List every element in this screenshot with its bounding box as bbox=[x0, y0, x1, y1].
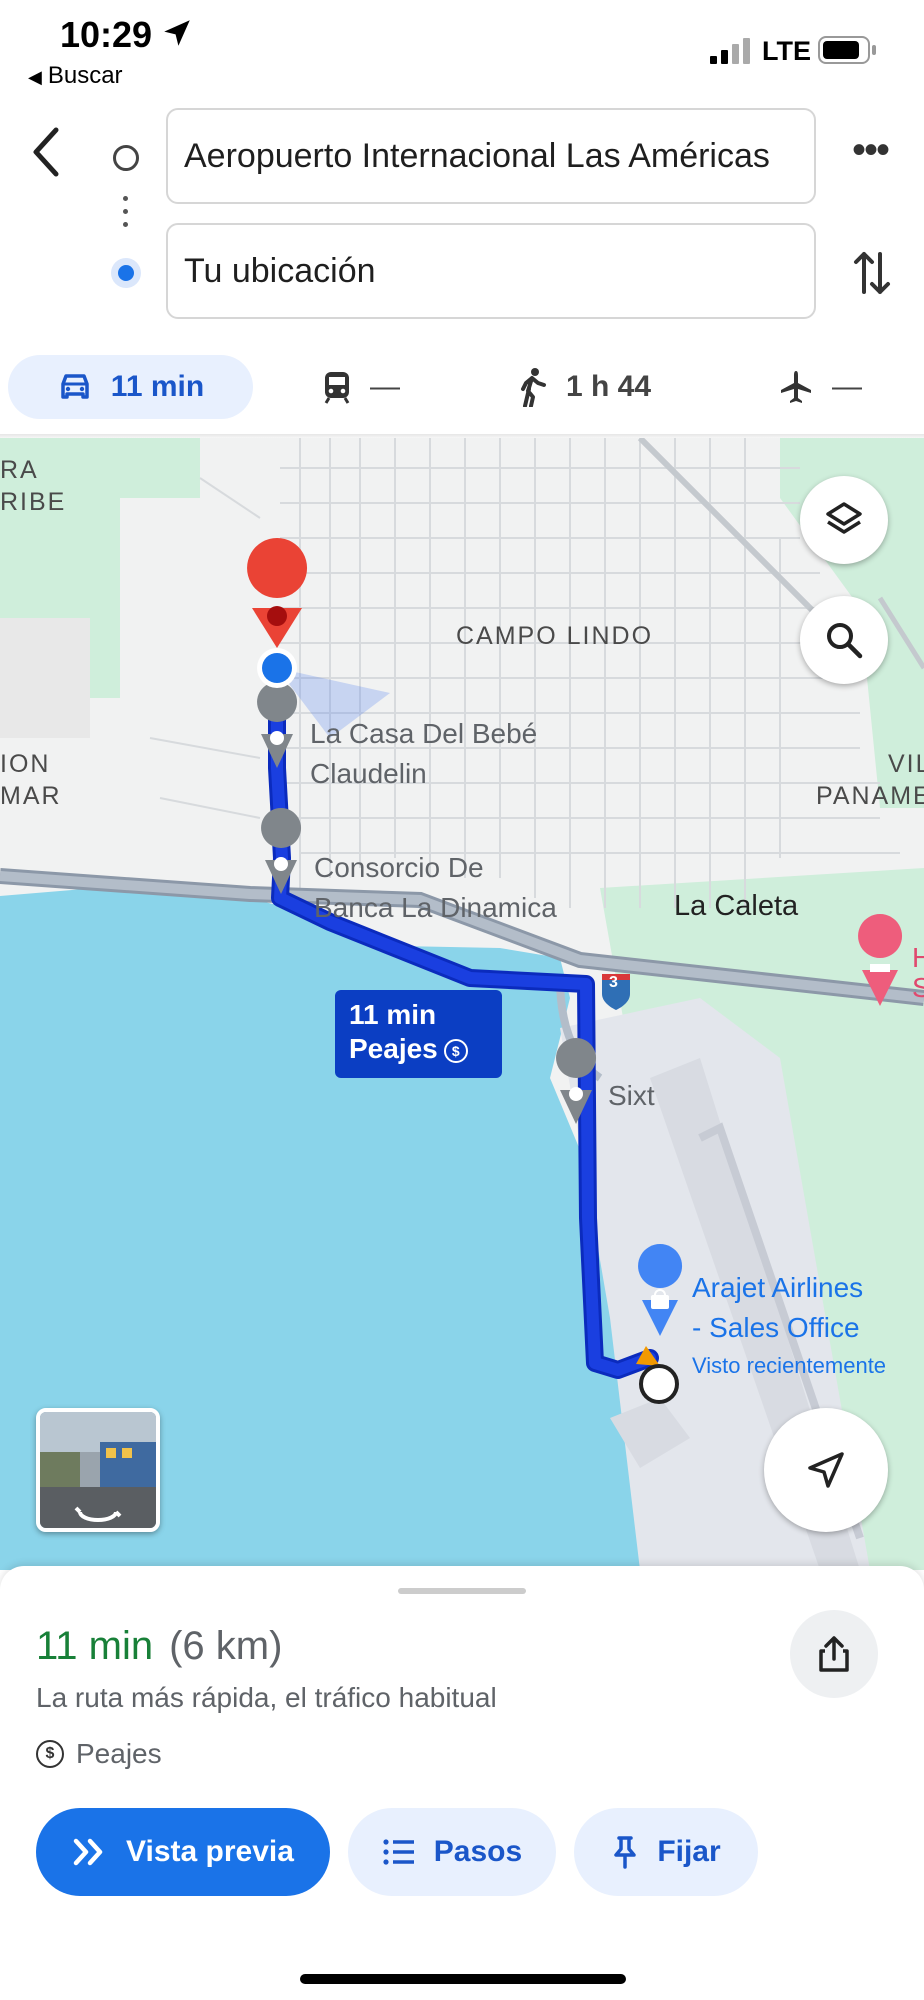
status-bar: 10:29 ◀ Buscar LTE bbox=[0, 0, 924, 95]
route-tag-tolls: Peajes bbox=[349, 1033, 438, 1064]
train-icon bbox=[324, 372, 350, 404]
eta-duration: 11 min bbox=[36, 1624, 154, 1668]
navigation-arrow-icon bbox=[808, 1452, 844, 1488]
tab-walking-label: 1 h 44 bbox=[566, 370, 652, 403]
origin-circle-icon bbox=[113, 145, 139, 171]
back-triangle-icon: ◀ bbox=[28, 67, 42, 87]
travel-mode-tabs: 11 min — 1 h 44 — bbox=[0, 355, 924, 435]
layers-button[interactable] bbox=[800, 476, 888, 564]
pin-button-label: Fijar bbox=[657, 1835, 721, 1868]
poi-label-arajet-2[interactable]: - Sales Office bbox=[692, 1308, 860, 1348]
map-label-ion: ION bbox=[0, 750, 51, 778]
status-time: 10:29 bbox=[60, 14, 153, 55]
highway-shield-label: 3 bbox=[609, 974, 618, 991]
tab-transit[interactable]: — bbox=[322, 355, 400, 419]
pin-icon bbox=[614, 1836, 637, 1869]
battery-icon bbox=[818, 36, 876, 64]
tab-walking[interactable]: 1 h 44 bbox=[518, 355, 651, 419]
home-indicator[interactable] bbox=[300, 1974, 626, 1984]
tab-driving-label: 11 min bbox=[110, 370, 205, 403]
current-location-dot-icon bbox=[111, 258, 141, 288]
back-app-label: Buscar bbox=[47, 62, 123, 89]
airplane-icon bbox=[781, 371, 811, 403]
double-chevron-icon bbox=[73, 1838, 103, 1866]
destination-field[interactable]: Tu ubicación bbox=[166, 223, 816, 319]
tab-transit-label: — bbox=[370, 370, 400, 403]
route-tolls-label: Peajes bbox=[76, 1738, 162, 1769]
map-label-hotel-s: S bbox=[912, 972, 924, 1003]
car-icon bbox=[61, 374, 89, 399]
eta-distance: (6 km) bbox=[169, 1624, 283, 1668]
tab-flights[interactable]: — bbox=[778, 355, 862, 419]
search-along-route-button[interactable] bbox=[800, 596, 888, 684]
tab-driving[interactable]: 11 min bbox=[8, 355, 253, 419]
map-label-la-caleta: La Caleta bbox=[674, 890, 799, 922]
poi-label-arajet-recent: Visto recientemente bbox=[692, 1353, 887, 1378]
signal-icon bbox=[710, 38, 750, 64]
street-view-image bbox=[40, 1412, 156, 1528]
poi-label-arajet-1[interactable]: Arajet Airlines bbox=[692, 1268, 863, 1308]
more-options-icon[interactable]: ••• bbox=[848, 130, 892, 176]
map-label-paname: PANAME bbox=[816, 782, 924, 810]
map-view[interactable]: RA RIBE CAMPO LINDO ION MAR VIL PANAME L… bbox=[0, 438, 924, 1570]
poi-label-consorcio-1[interactable]: Consorcio De bbox=[314, 848, 484, 888]
steps-button-label: Pasos bbox=[433, 1835, 523, 1868]
toll-icon: $ bbox=[443, 1038, 468, 1063]
sheet-drag-handle[interactable] bbox=[398, 1588, 526, 1594]
origin-marker-icon bbox=[639, 1364, 679, 1404]
steps-button[interactable]: Pasos bbox=[348, 1808, 556, 1896]
back-to-app-link[interactable]: ◀ Buscar bbox=[28, 62, 123, 90]
poi-label-casa-bebe-2[interactable]: Claudelin bbox=[310, 754, 427, 794]
tab-flights-label: — bbox=[832, 370, 862, 403]
preview-button-label: Vista previa bbox=[126, 1835, 294, 1868]
search-icon bbox=[827, 623, 863, 659]
map-label-ribe: RIBE bbox=[0, 488, 67, 516]
route-description: La ruta más rápida, el tráfico habitual bbox=[36, 1682, 497, 1713]
map-label-vil: VIL bbox=[888, 750, 924, 778]
walking-icon bbox=[521, 368, 546, 407]
network-label: LTE bbox=[762, 36, 811, 66]
back-arrow-icon[interactable] bbox=[28, 122, 68, 182]
poi-label-casa-bebe-1[interactable]: La Casa Del Bebé bbox=[310, 714, 537, 754]
route-tolls: $ Peajes bbox=[36, 1738, 162, 1770]
swap-route-icon[interactable] bbox=[852, 248, 892, 298]
layers-icon bbox=[826, 502, 862, 534]
street-view-thumbnail[interactable] bbox=[36, 1408, 160, 1532]
share-icon bbox=[819, 1636, 849, 1672]
route-eta: 11 min (6 km) bbox=[36, 1624, 282, 1669]
route-duration-tag[interactable]: 11 min Peajes $ bbox=[335, 990, 502, 1078]
preview-button[interactable]: Vista previa bbox=[36, 1808, 330, 1896]
map-label-mar: MAR bbox=[0, 782, 62, 810]
share-button[interactable] bbox=[790, 1610, 878, 1698]
route-tag-duration: 11 min bbox=[349, 999, 437, 1030]
map-label-campo-lindo: CAMPO LINDO bbox=[456, 622, 654, 650]
location-arrow-icon bbox=[164, 20, 190, 46]
pin-button[interactable]: Fijar bbox=[574, 1808, 758, 1896]
toll-icon: $ bbox=[36, 1740, 64, 1768]
map-label-ra: RA bbox=[0, 456, 39, 484]
route-connector-dots bbox=[123, 196, 129, 235]
my-location-button[interactable] bbox=[764, 1408, 888, 1532]
poi-label-sixt[interactable]: Sixt bbox=[608, 1076, 655, 1116]
route-summary-sheet: 11 min (6 km) La ruta más rápida, el tráf… bbox=[0, 1566, 924, 2000]
origin-field[interactable]: Aeropuerto Internacional Las Américas bbox=[166, 108, 816, 204]
list-icon bbox=[383, 1839, 414, 1865]
poi-label-consorcio-2[interactable]: Banca La Dinamica bbox=[314, 888, 557, 928]
